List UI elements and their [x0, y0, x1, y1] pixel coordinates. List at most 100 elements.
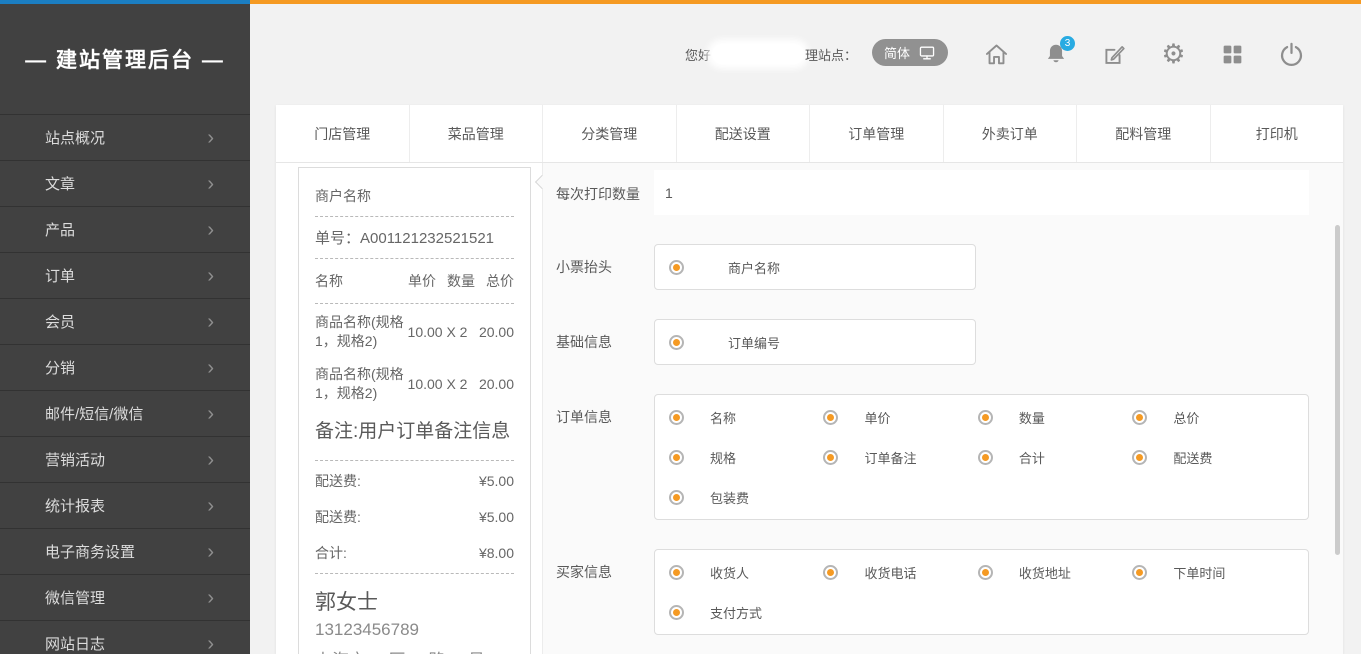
gear-icon[interactable]: ⚙ — [1160, 41, 1187, 68]
sidebar-item-articles[interactable]: 文章› — [0, 161, 250, 207]
field-label: 买家信息 — [556, 549, 654, 635]
radio-selected[interactable] — [669, 335, 684, 350]
option-delivery-fee[interactable]: 配送费 — [1126, 437, 1276, 477]
printer-settings-content: 商户名称 单号：A001121232521521 名称 单价 数量 总价 商品名… — [276, 163, 1343, 654]
option-consignee[interactable]: 收货人 — [663, 552, 813, 592]
topbar-icons: 3 ⚙ — [983, 38, 1305, 70]
radio-selected[interactable] — [823, 450, 838, 465]
header-top-strip — [250, 0, 1361, 4]
tab-takeout-orders[interactable]: 外卖订单 — [943, 105, 1077, 162]
grid-icon[interactable] — [1219, 41, 1246, 68]
user-greeting: 您好 理站点： — [685, 43, 857, 65]
chevron-right-icon: › — [207, 312, 214, 332]
chevron-right-icon: › — [207, 220, 214, 240]
option-name[interactable]: 名称 — [663, 397, 813, 437]
divider — [315, 258, 514, 259]
receipt-order-number: 单号：A001121232521521 — [315, 219, 514, 256]
greeting-suffix: 理站点： — [805, 45, 857, 64]
bell-icon[interactable]: 3 — [1042, 41, 1069, 68]
tab-dish-management[interactable]: 菜品管理 — [409, 105, 543, 162]
option-phone[interactable]: 收货电话 — [817, 552, 967, 592]
radio-selected[interactable] — [823, 565, 838, 580]
app-window: — 建站管理后台 — 站点概况› 文章› 产品› 订单› 会员› 分销› 邮件/… — [0, 0, 1361, 654]
radio-selected[interactable] — [978, 565, 993, 580]
tab-delivery-settings[interactable]: 配送设置 — [676, 105, 810, 162]
radio-selected[interactable] — [669, 490, 684, 505]
chevron-right-icon: › — [207, 634, 214, 654]
sidebar-item-marketing[interactable]: 营销活动› — [0, 437, 250, 483]
receipt-merchant-name: 商户名称 — [315, 178, 514, 214]
field-label: 订单信息 — [556, 394, 654, 520]
receipt-buyer-name: 郭女士 — [315, 576, 514, 618]
sidebar-menu: 站点概况› 文章› 产品› 订单› 会员› 分销› 邮件/短信/微信› 营销活动… — [0, 114, 250, 654]
tab-store-management[interactable]: 门店管理 — [276, 105, 409, 162]
sidebar-item-mail-sms-wechat[interactable]: 邮件/短信/微信› — [0, 391, 250, 437]
sidebar-item-orders[interactable]: 订单› — [0, 253, 250, 299]
divider — [315, 216, 514, 217]
radio-selected[interactable] — [823, 410, 838, 425]
radio-selected[interactable] — [669, 565, 684, 580]
radio-selected[interactable] — [978, 410, 993, 425]
option-total-price[interactable]: 总价 — [1126, 397, 1276, 437]
tab-bar: 门店管理 菜品管理 分类管理 配送设置 订单管理 外卖订单 配料管理 打印机 — [276, 105, 1343, 163]
option-quantity[interactable]: 数量 — [972, 397, 1122, 437]
divider — [315, 303, 514, 304]
tab-printer[interactable]: 打印机 — [1210, 105, 1344, 162]
option-subtotal[interactable]: 合计 — [972, 437, 1122, 477]
chevron-right-icon: › — [207, 128, 214, 148]
receipt-note: 备注:用户订单备注信息 — [315, 410, 514, 459]
print-quantity-input[interactable] — [654, 170, 1309, 215]
sidebar-item-wechat-management[interactable]: 微信管理› — [0, 575, 250, 621]
radio-selected[interactable] — [978, 450, 993, 465]
greeting-prefix: 您好 — [685, 45, 711, 64]
option-address[interactable]: 收货地址 — [972, 552, 1122, 592]
option-order-note[interactable]: 订单备注 — [817, 437, 967, 477]
receipt-buyer-phone: 13123456789 — [315, 618, 514, 648]
compose-icon[interactable] — [1101, 41, 1128, 68]
home-icon[interactable] — [983, 41, 1010, 68]
radio-selected[interactable] — [1132, 565, 1147, 580]
receipt-total-row: 合计: ¥8.00 — [315, 535, 514, 571]
monitor-icon — [918, 45, 936, 61]
tab-category-management[interactable]: 分类管理 — [542, 105, 676, 162]
receipt-item-row: 商品名称(规格1，规格2) 10.00 X 2 20.00 — [315, 358, 514, 410]
sidebar-item-ecommerce-settings[interactable]: 电子商务设置› — [0, 529, 250, 575]
option-order-time[interactable]: 下单时间 — [1126, 552, 1276, 592]
sidebar: — 建站管理后台 — 站点概况› 文章› 产品› 订单› 会员› 分销› 邮件/… — [0, 4, 250, 654]
sidebar-item-reports[interactable]: 统计报表› — [0, 483, 250, 529]
radio-selected[interactable] — [669, 605, 684, 620]
vertical-scrollbar[interactable] — [1335, 225, 1340, 555]
tab-order-management[interactable]: 订单管理 — [809, 105, 943, 162]
notification-badge: 3 — [1060, 36, 1075, 51]
chevron-right-icon: › — [207, 358, 214, 378]
field-label: 基础信息 — [556, 319, 654, 365]
sidebar-item-site-logs[interactable]: 网站日志› — [0, 621, 250, 654]
receipt-columns: 名称 单价 数量 总价 — [315, 261, 514, 301]
sidebar-item-distribution[interactable]: 分销› — [0, 345, 250, 391]
print-quantity-row: 每次打印数量 — [556, 170, 1343, 215]
option-payment-method[interactable]: 支付方式 — [663, 592, 813, 632]
field-label: 小票抬头 — [556, 244, 654, 290]
radio-selected[interactable] — [669, 450, 684, 465]
option-spec[interactable]: 规格 — [663, 437, 813, 477]
language-site-button[interactable]: 简体 — [872, 39, 948, 66]
receipt-preview: 商户名称 单号：A001121232521521 名称 单价 数量 总价 商品名… — [298, 167, 531, 654]
sidebar-item-site-overview[interactable]: 站点概况› — [0, 115, 250, 161]
radio-selected[interactable] — [669, 260, 684, 275]
chevron-right-icon: › — [207, 496, 214, 516]
radio-selected[interactable] — [1132, 450, 1147, 465]
sidebar-item-products[interactable]: 产品› — [0, 207, 250, 253]
option-merchant-name[interactable]: 商户名称 — [663, 247, 780, 287]
receipt-fee-row: 配送费: ¥5.00 — [315, 463, 514, 499]
sidebar-item-members[interactable]: 会员› — [0, 299, 250, 345]
option-unit-price[interactable]: 单价 — [817, 397, 967, 437]
power-icon[interactable] — [1278, 41, 1305, 68]
option-packaging-fee[interactable]: 包装费 — [663, 477, 813, 517]
tab-ingredient-management[interactable]: 配料管理 — [1076, 105, 1210, 162]
radio-selected[interactable] — [669, 410, 684, 425]
receipt-item-row: 商品名称(规格1，规格2) 10.00 X 2 20.00 — [315, 306, 514, 358]
radio-selected[interactable] — [1132, 410, 1147, 425]
chevron-right-icon: › — [207, 450, 214, 470]
option-order-number[interactable]: 订单编号 — [663, 322, 780, 362]
divider — [315, 573, 514, 574]
